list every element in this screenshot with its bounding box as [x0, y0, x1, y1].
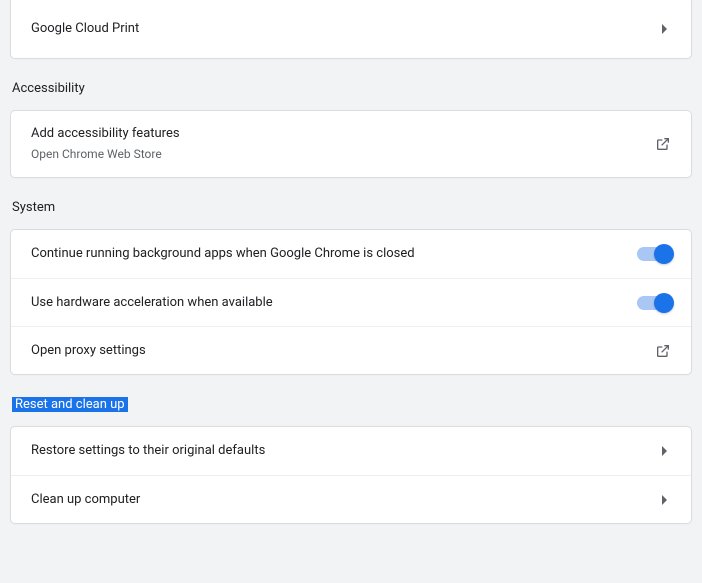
background-apps-toggle[interactable]	[637, 247, 671, 261]
reset-title-text: Reset and clean up	[12, 397, 128, 412]
system-title: System	[10, 200, 692, 215]
google-cloud-print-label: Google Cloud Print	[31, 20, 662, 38]
cleanup-row[interactable]: Clean up computer	[11, 475, 691, 523]
external-link-icon	[655, 343, 671, 359]
open-web-store-label: Open Chrome Web Store	[31, 145, 655, 163]
reset-title: Reset and clean up	[10, 397, 692, 412]
background-apps-row[interactable]: Continue running background apps when Go…	[11, 230, 691, 278]
chevron-right-icon	[662, 495, 667, 505]
printing-card: Google Cloud Print	[10, 0, 692, 59]
hardware-accel-label: Use hardware acceleration when available	[31, 294, 637, 312]
reset-card: Restore settings to their original defau…	[10, 426, 692, 524]
restore-defaults-label: Restore settings to their original defau…	[31, 442, 662, 460]
hardware-accel-row[interactable]: Use hardware acceleration when available	[11, 278, 691, 326]
external-link-icon	[655, 136, 671, 152]
proxy-row[interactable]: Open proxy settings	[11, 326, 691, 374]
background-apps-label: Continue running background apps when Go…	[31, 245, 637, 263]
google-cloud-print-row[interactable]: Google Cloud Print	[11, 0, 691, 58]
proxy-label: Open proxy settings	[31, 342, 655, 360]
chevron-right-icon	[662, 24, 667, 34]
accessibility-card: Add accessibility features Open Chrome W…	[10, 110, 692, 178]
restore-defaults-row[interactable]: Restore settings to their original defau…	[11, 427, 691, 475]
hardware-accel-toggle[interactable]	[637, 296, 671, 310]
add-accessibility-row[interactable]: Add accessibility features Open Chrome W…	[11, 111, 691, 177]
accessibility-title: Accessibility	[10, 81, 692, 96]
chevron-right-icon	[662, 446, 667, 456]
add-accessibility-label: Add accessibility features	[31, 125, 655, 143]
system-card: Continue running background apps when Go…	[10, 229, 692, 375]
cleanup-label: Clean up computer	[31, 491, 662, 509]
